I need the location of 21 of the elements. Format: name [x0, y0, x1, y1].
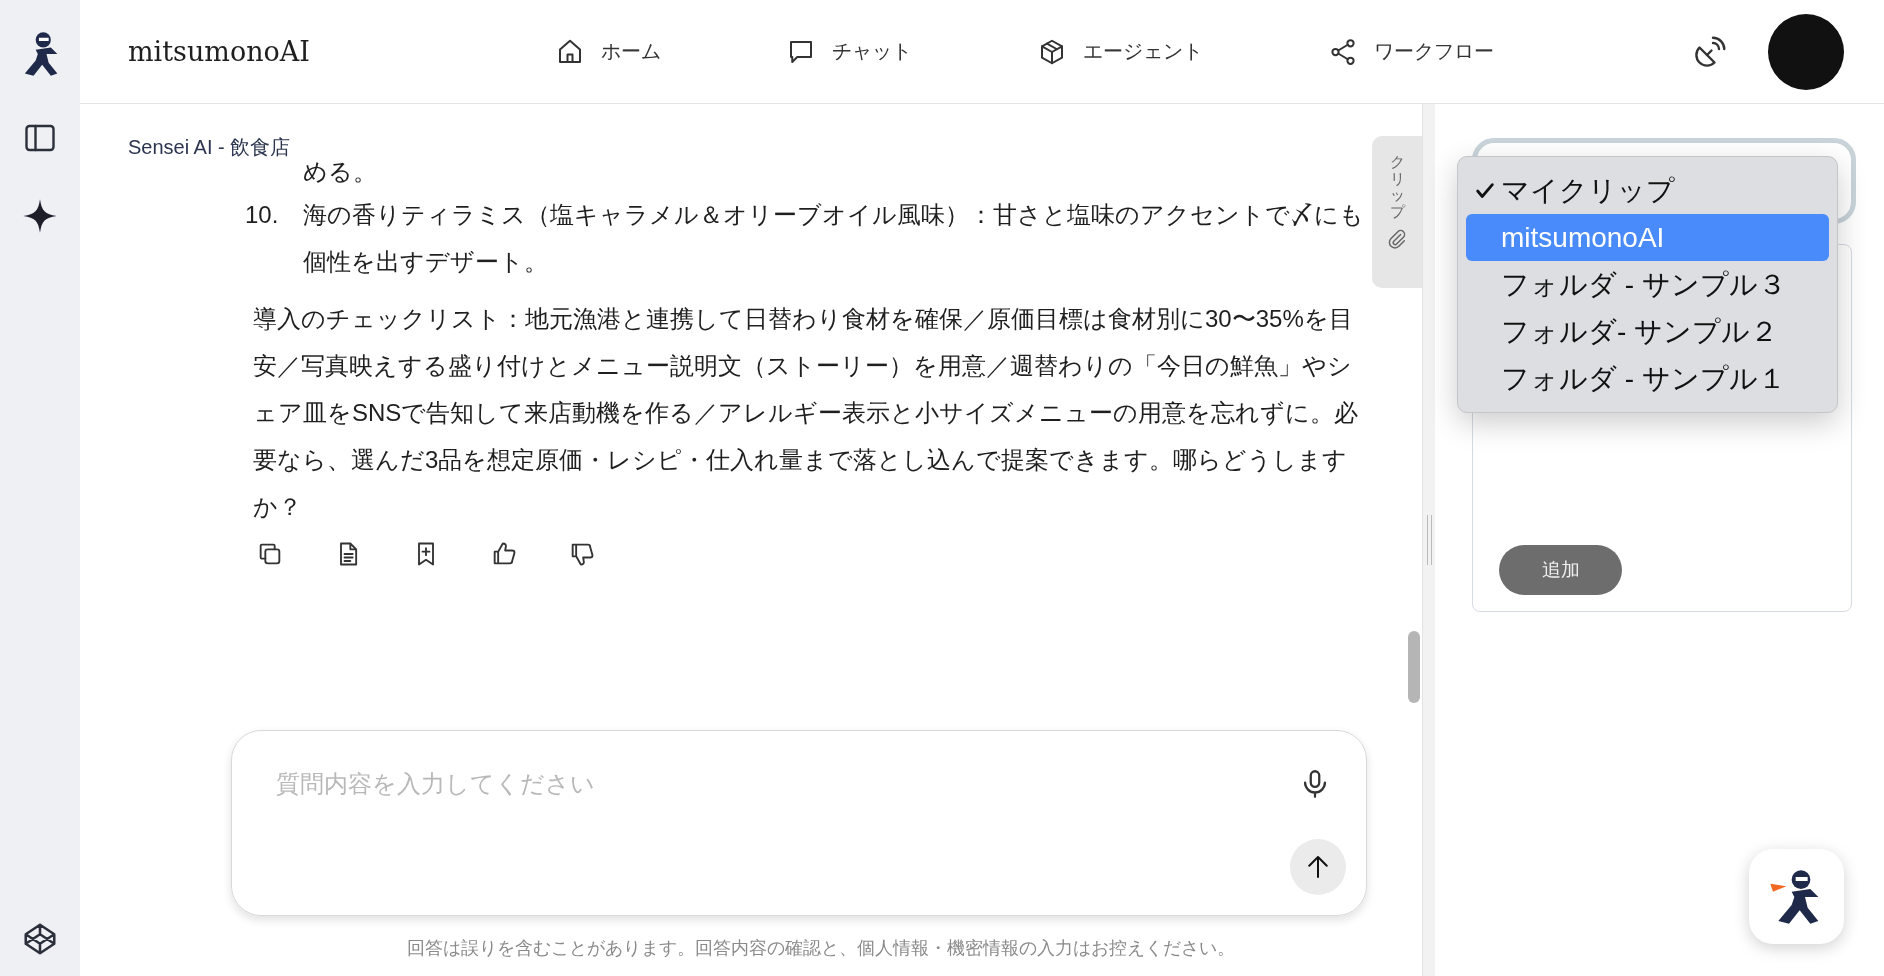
- list-item-text: 海の香りティラミス（塩キャラメル＆オリーブオイル風味）：甘さと塩味のアクセントで〆にも個性を出すデザート。: [303, 200, 1365, 277]
- disclaimer-text: 回答は誤りを含むことがあります。回答内容の確認と、個人情報・機密情報の入力はお控えください。: [406, 937, 1236, 960]
- nav-link[interactable]: チャット: [786, 36, 912, 67]
- message-text: める。: [303, 157, 377, 187]
- app-logo[interactable]: mitsumonoAI: [128, 36, 555, 67]
- send-button[interactable]: [1290, 839, 1346, 895]
- nav-link[interactable]: ホーム: [555, 36, 661, 67]
- nav-link[interactable]: エージェント: [1037, 36, 1203, 67]
- add-button[interactable]: 追加: [1499, 545, 1622, 595]
- share-icon[interactable]: [1328, 36, 1358, 67]
- ninja-assistant-button[interactable]: [1749, 849, 1844, 944]
- dropdown-option[interactable]: マイクリップ: [1466, 167, 1829, 214]
- question-field[interactable]: 質問内容を入力してください: [274, 769, 1278, 799]
- nav-link[interactable]: ワークフロー: [1328, 36, 1494, 67]
- resize-handle[interactable]: [1426, 515, 1432, 565]
- context-label: Sensei AI - 飲食店: [128, 135, 291, 160]
- list-number: 10.: [245, 200, 280, 230]
- clip-tab[interactable]: クリップ: [1372, 136, 1422, 288]
- scrollbar-thumb[interactable]: [1408, 631, 1420, 703]
- message-paragraph: 導入のチェックリスト：地元漁港と連携して日替わり食材を確保／原価目標は食材別に30〜35%を目安／写真映えする盛り付けとメニュー説明文（ストーリー）を用意／週替わりの「今日の鮮魚」やシェア皿をSNSで告知して来店動機を作る／アレルギー表示と小サイズメニューの用意を忘れずに。必要なら、選んだ3品を想定原価・レシピ・仕入れ量まで落とし込んで提案できます。哪らどうしますか？: [253, 304, 1360, 522]
- paperclip-icon: [1386, 228, 1408, 250]
